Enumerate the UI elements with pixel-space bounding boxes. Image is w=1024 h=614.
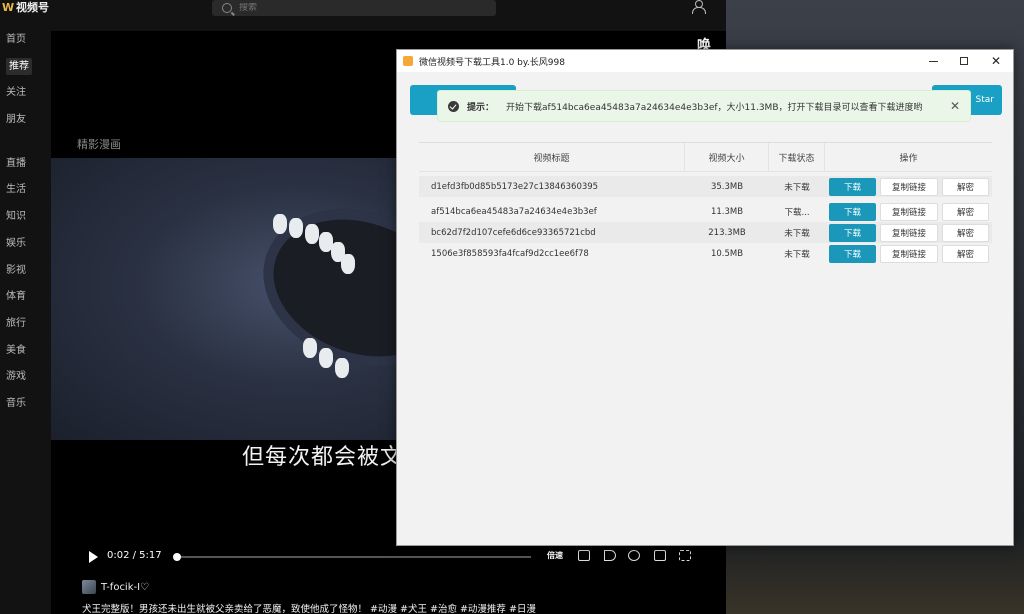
logo-icon: W [2,0,15,14]
video-description: 犬王完整版！男孩还未出生就被父亲卖给了恶魔，致使他成了怪物！ #动漫 #犬王 #… [82,604,536,614]
search-box[interactable] [212,0,496,16]
row-size: 11.3MB [710,206,744,217]
window-title: 微信视频号下载工具1.0 by.长风998 [419,57,565,68]
app-logo[interactable]: W 视频号 [2,0,49,14]
maximize-button[interactable] [948,50,980,72]
author-info[interactable]: T-focik-I♡ [82,580,149,594]
sidebar-item-home[interactable]: 首页 [0,30,40,57]
table-row: af514bca6ea45483a7a24634e4e3b3ef 11.3MB … [419,201,992,222]
subtitles-icon[interactable] [578,550,590,561]
table-header: 视频标题 视频大小 下载状态 操作 [419,142,992,172]
download-button[interactable]: 下载 [829,202,876,221]
avatar[interactable] [82,580,96,594]
decrypt-button[interactable]: 解密 [942,223,989,242]
success-check-icon [448,100,459,112]
minimize-button[interactable] [917,50,949,72]
row-title: bc62d7f2d107cefe6d6ce93365721cbd [431,227,596,238]
toast-notification: 提示： 开始下载af514bca6ea45483a7a24634e4e3b3ef… [437,90,971,122]
sidebar-item-entertainment[interactable]: 娱乐 [0,234,40,261]
volume-icon[interactable] [604,550,616,561]
player-controls: 0:02 / 5:17 倍速 [51,548,726,566]
row-title: af514bca6ea45483a7a24634e4e3b3ef [431,206,597,217]
progress-bar[interactable] [173,553,531,561]
sidebar-item-film[interactable]: 影视 [0,261,40,288]
table-row: bc62d7f2d107cefe6d6ce93365721cbd 213.3MB… [419,222,992,243]
toast-close-icon[interactable]: ✕ [950,99,960,113]
table-row: 1506e3f858593fa4fcaf9d2cc1ee6f78 10.5MB … [419,243,992,264]
row-size: 10.5MB [710,248,744,259]
play-icon[interactable] [89,551,98,563]
toast-message: 开始下载af514bca6ea45483a7a24634e4e3b3ef，大小1… [506,102,923,113]
sidebar-item-sports[interactable]: 体育 [0,287,40,314]
download-button[interactable]: 下载 [829,177,876,196]
downloader-window: 微信视频号下载工具1.0 by.长风998 ✕ Star 提示： 开始下载af5… [396,49,1014,546]
row-title: 1506e3f858593fa4fcaf9d2cc1ee6f78 [431,248,589,259]
table-row: d1efd3fb0d85b5173e27c13846360395 35.3MB … [419,176,992,197]
column-header-actions: 操作 [899,153,918,164]
sidebar-item-food[interactable]: 美食 [0,341,40,368]
top-bar: W 视频号 [0,0,726,18]
channel-label: 精影漫画 [77,138,121,151]
column-header-size: 视频大小 [685,143,769,171]
sidebar-item-knowledge[interactable]: 知识 [0,207,40,234]
download-button[interactable]: 下载 [829,223,876,242]
copy-link-button[interactable]: 复制链接 [880,244,938,263]
video-subtitle: 但每次都会被文 [242,445,404,470]
copy-link-button[interactable]: 复制链接 [880,223,938,242]
row-status: 未下载 [784,228,810,239]
decrypt-button[interactable]: 解密 [942,177,989,196]
minimize-icon [928,60,938,62]
row-title: d1efd3fb0d85b5173e27c13846360395 [431,181,599,192]
fullscreen-icon[interactable] [679,550,691,561]
decrypt-button[interactable]: 解密 [942,202,989,221]
row-size: 35.3MB [710,181,744,192]
star-button-label: Star [975,95,994,105]
column-header-title: 视频标题 [419,143,685,171]
pip-icon[interactable] [654,550,666,561]
sidebar-item-live[interactable]: 直播 [0,154,40,181]
author-name[interactable]: T-focik-I♡ [101,582,149,593]
progress-knob[interactable] [173,553,182,561]
sidebar-item-following[interactable]: 关注 [0,83,40,110]
search-icon [222,3,232,13]
sidebar-item-recommended[interactable]: 推荐 [0,57,40,84]
time-display: 0:02 / 5:17 [107,550,162,561]
settings-gear-icon[interactable] [628,550,640,561]
row-size: 213.3MB [708,227,746,238]
sidebar-item-travel[interactable]: 旅行 [0,314,40,341]
sidebar-item-friends[interactable]: 朋友 [0,110,40,137]
close-button[interactable]: ✕ [980,50,1012,72]
video-table: 视频标题 视频大小 下载状态 操作 d1efd3fb0d85b5173e27c1… [419,142,992,264]
decrypt-button[interactable]: 解密 [942,244,989,263]
row-status: 下载... [784,207,810,218]
user-icon[interactable] [691,0,706,14]
speed-button[interactable]: 倍速 [547,550,563,561]
row-status: 未下载 [784,182,810,193]
sidebar-item-life[interactable]: 生活 [0,180,40,207]
column-header-status: 下载状态 [769,143,825,171]
sidebar: 首页 推荐 关注 朋友 直播 生活 知识 娱乐 影视 体育 旅行 美食 游戏 音… [0,30,40,421]
row-status: 未下载 [784,249,810,260]
logo-text: 视频号 [16,1,49,14]
search-input[interactable] [239,3,439,13]
copy-link-button[interactable]: 复制链接 [880,177,938,196]
video-frame[interactable] [51,158,397,440]
toast-title: 提示： [467,102,495,113]
sidebar-item-games[interactable]: 游戏 [0,367,40,394]
close-icon: ✕ [990,54,1002,68]
app-icon [403,56,413,66]
download-button[interactable]: 下载 [829,244,876,263]
sidebar-item-music[interactable]: 音乐 [0,394,40,421]
copy-link-button[interactable]: 复制链接 [880,202,938,221]
maximize-icon [960,57,968,65]
